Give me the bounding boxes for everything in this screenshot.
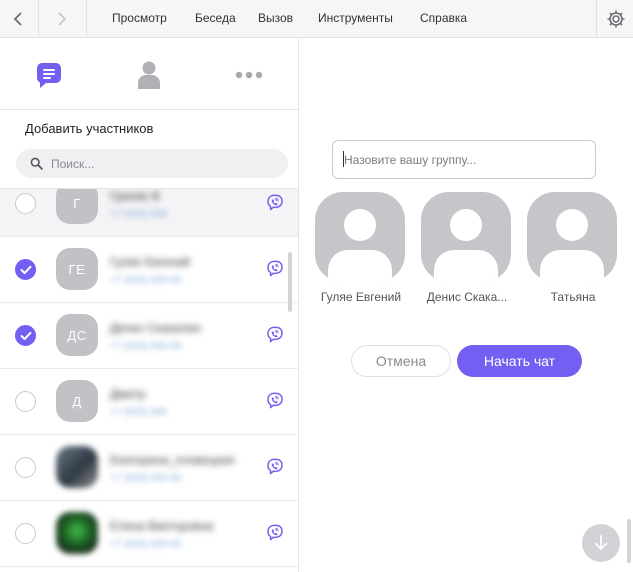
settings-button[interactable]	[602, 5, 630, 33]
avatar: Г	[56, 189, 98, 224]
contact-name: Гуляе Евгений	[110, 255, 191, 269]
avatar	[421, 192, 511, 282]
chevron-right-icon	[58, 12, 67, 26]
checkbox-checked[interactable]	[15, 325, 36, 346]
panel-scrollbar[interactable]	[627, 519, 631, 563]
contacts-panel: Добавить участников Г Гриняк Ф +7 (915) 00…	[0, 39, 299, 572]
contact-row[interactable]: Елена Викторовна +7 (915) 000-00	[0, 501, 298, 567]
cancel-button[interactable]: Отмена	[351, 345, 451, 377]
add-participants-title: Добавить участников	[25, 121, 154, 136]
back-button[interactable]	[4, 4, 34, 34]
top-toolbar: Просмотр Беседа Вызов Инструменты Справк…	[0, 0, 633, 38]
more-dots-icon	[235, 71, 263, 79]
toolbar-divider	[86, 0, 87, 38]
arrow-down-icon	[594, 535, 608, 550]
checkbox[interactable]	[15, 457, 36, 478]
new-group-panel: Гуляе Евгений Денис Скака... Татьяна Отмен…	[300, 39, 633, 572]
member-name: Денис Скака...	[426, 290, 508, 304]
start-chat-button[interactable]: Начать чат	[457, 345, 582, 377]
contact-name: Денис Скакалин	[110, 321, 201, 335]
avatar	[56, 512, 98, 554]
contact-list: Г Гриняк Ф +7 (915) 000 ГЕ Гуляе Евгений +7 (…	[0, 188, 298, 572]
contact-number: +7 (915) 000	[110, 209, 167, 220]
contact-row[interactable]: Д Дмитр +7 (915) 000	[0, 369, 298, 435]
contact-name: Дмитр	[110, 387, 146, 401]
avatar: ГЕ	[56, 248, 98, 290]
chat-bubble-icon	[37, 63, 61, 88]
contact-name: Екатерина_пловецкая	[110, 453, 235, 467]
viber-icon	[265, 457, 285, 477]
checkbox-checked[interactable]	[15, 259, 36, 280]
avatar	[56, 446, 98, 488]
avatar	[527, 192, 617, 282]
viber-icon	[265, 523, 285, 543]
member-name: Татьяна	[550, 290, 596, 304]
viber-icon	[265, 193, 285, 213]
menu-tools[interactable]: Инструменты	[318, 11, 393, 25]
contact-number: +7 (915) 000-00	[110, 275, 182, 286]
contact-name: Елена Викторовна	[110, 519, 214, 533]
gear-icon	[607, 10, 625, 28]
text-caret	[343, 151, 344, 167]
menu-view[interactable]: Просмотр	[112, 11, 167, 25]
scroll-down-button[interactable]	[582, 524, 620, 562]
tab-more[interactable]	[231, 57, 267, 93]
checkbox[interactable]	[15, 523, 36, 544]
contact-number: +7 (915) 000-00	[110, 341, 182, 352]
forward-button[interactable]	[46, 4, 76, 34]
contact-row[interactable]: ГЕ Гуляе Евгений +7 (915) 000-00	[0, 237, 298, 303]
viber-icon	[265, 391, 285, 411]
contact-row[interactable]: ДС Денис Скакалин +7 (915) 000-00	[0, 303, 298, 369]
search-box[interactable]	[16, 149, 288, 178]
contact-name: Гриняк Ф	[110, 189, 161, 203]
person-icon	[138, 61, 160, 89]
tab-chats[interactable]	[31, 57, 67, 93]
search-input[interactable]	[51, 156, 271, 171]
checkbox[interactable]	[15, 391, 36, 412]
chevron-left-icon	[13, 12, 22, 26]
menu-help[interactable]: Справка	[420, 11, 467, 25]
tab-contacts[interactable]	[131, 57, 167, 93]
avatar: Д	[56, 380, 98, 422]
search-icon	[30, 157, 43, 170]
toolbar-divider	[596, 0, 597, 38]
avatar: ДС	[56, 314, 98, 356]
member-name: Гуляе Евгений	[320, 290, 402, 304]
contact-number: +7 (915) 000-00	[110, 539, 182, 550]
contact-number: +7 (915) 000	[110, 407, 167, 418]
group-name-input[interactable]	[332, 140, 596, 179]
menu-call[interactable]: Вызов	[258, 11, 293, 25]
sidebar-tabs	[0, 39, 298, 110]
contact-row[interactable]: Екатерина_пловецкая +7 (915) 000-00	[0, 435, 298, 501]
menu-conversation[interactable]: Беседа	[195, 11, 236, 25]
avatar	[315, 192, 405, 282]
checkbox[interactable]	[15, 193, 36, 214]
viber-icon	[265, 259, 285, 279]
viber-icon	[265, 325, 285, 345]
contact-list-scrollbar[interactable]	[288, 252, 292, 312]
toolbar-divider	[38, 0, 39, 38]
contact-number: +7 (915) 000-00	[110, 473, 182, 484]
contact-row[interactable]: Г Гриняк Ф +7 (915) 000	[0, 189, 298, 237]
